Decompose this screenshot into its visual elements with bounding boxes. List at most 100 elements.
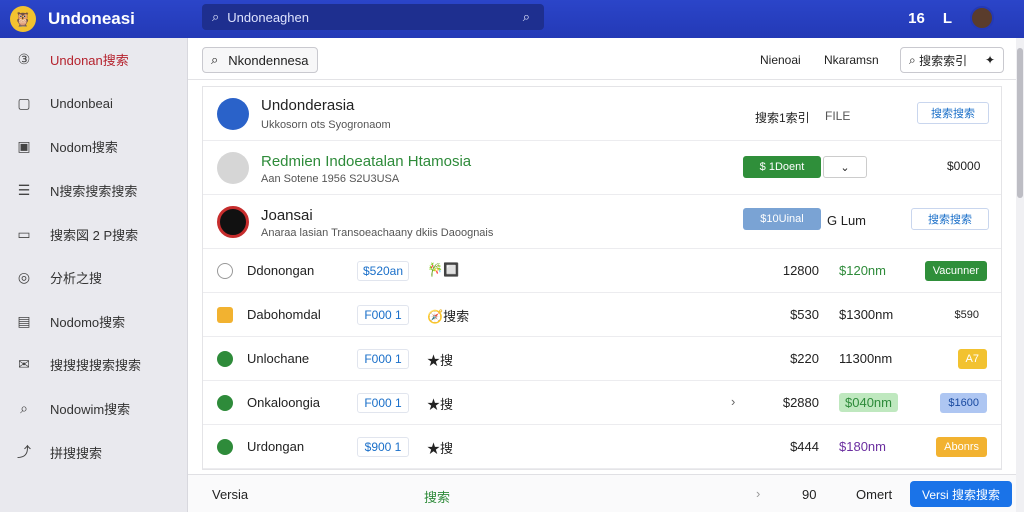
search-icon[interactable]: ⌕ (212, 9, 219, 25)
row-value: $2880 (782, 395, 819, 410)
column-b: FILE (825, 109, 851, 123)
sidebar-item-label: 搜索図 2 P搜索 (50, 227, 139, 243)
row-icons: ★搜 (427, 441, 454, 456)
notification-badge[interactable]: 16 (908, 10, 925, 27)
toolbar-search[interactable]: ⌕ 搜索索引 ✦ (900, 47, 1004, 73)
sidebar-item-2[interactable]: ▢ Undonbeai (0, 82, 187, 126)
sidebar-item-8[interactable]: ✉ 搜搜搜搜索搜索 (0, 343, 187, 387)
user-avatar-icon[interactable] (970, 6, 994, 30)
pin-icon[interactable]: ✦ (985, 53, 995, 67)
sidebar-item-9[interactable]: ⌕ Nodowim搜索 (0, 387, 187, 431)
owl-logo-icon[interactable]: 🦉 (10, 6, 36, 32)
avatar (217, 206, 249, 238)
sidebar-item-label: Nodowim搜索 (50, 402, 131, 418)
row-rate: $1300nm (839, 307, 894, 322)
chevron-right-icon[interactable]: › (756, 486, 760, 501)
row-rate: $180nm (839, 439, 886, 454)
status-ok-icon (217, 351, 233, 367)
row-value: $220 (790, 351, 819, 366)
search-bar[interactable]: ⌕ ⌕ (202, 4, 544, 30)
list-item[interactable]: Undonderasia Ukkosorn ots Syogronaom 搜索1… (203, 87, 1001, 141)
sidebar-item-5[interactable]: ▭ 搜索図 2 P搜索 (0, 212, 187, 256)
status-badge[interactable]: Vacunner (924, 261, 987, 281)
avatar (217, 98, 249, 130)
message-icon: ✉ (18, 356, 30, 373)
sidebar-item-label: Nodom搜索 (50, 140, 118, 156)
row-action-button[interactable]: 搜索搜索 (917, 102, 989, 124)
table-row[interactable]: Onkaloongia F000 1 ★搜 › $2880 $040nm $16… (203, 381, 1001, 425)
search-submit-icon[interactable]: ⌕ (523, 9, 530, 25)
footer-mid: 搜索 (424, 490, 451, 505)
item-title: Joansai (261, 207, 313, 224)
sidebar-item-3[interactable]: ▣ Nodom搜索 (0, 125, 187, 169)
footer-num: 90 (802, 487, 817, 502)
status-badge[interactable]: $590 (947, 305, 987, 325)
chat-bubble-icon: ▢ (17, 94, 31, 111)
toolbar: ⌕ Nkondennesa Nienoai Nkaramsn ⌕ 搜索索引 ✦ (188, 38, 1016, 80)
row-code: $900 1 (357, 437, 409, 457)
table-row[interactable]: Unlochane F000 1 ★搜 $220 11300nm A7 (203, 337, 1001, 381)
status-badge[interactable]: Abonrs (936, 437, 987, 457)
item-subtitle: Anaraa lasian Transoeachaany dkiis Daoog… (261, 227, 494, 239)
status-ok-icon (217, 439, 233, 455)
scrollbar-thumb[interactable] (1017, 48, 1023, 198)
status-badge[interactable]: A7 (957, 349, 987, 369)
label-icon[interactable]: L (943, 10, 952, 27)
status-warning-icon (217, 307, 233, 323)
footer-primary-button[interactable]: Versi 搜索搜索 (910, 481, 1012, 507)
main-panel: ⌕ Nkondennesa Nienoai Nkaramsn ⌕ 搜索索引 ✦ … (188, 38, 1016, 512)
item-subtitle: Ukkosorn ots Syogronaom (261, 119, 391, 131)
sidebar-item-label: 搜搜搜搜索搜索 (50, 358, 142, 374)
table-row[interactable]: Ddonongan $520an 🎋🔲 12800 $120nm Vacunne… (203, 249, 1001, 293)
search-icon: ⌕ (211, 52, 219, 67)
status-badge[interactable]: $1600 (940, 393, 987, 413)
row-name: Ddonongan (247, 263, 315, 278)
sidebar-item-label: 分析之搜 (50, 271, 103, 287)
sidebar-item-1[interactable]: ③ Undonan搜索 (0, 38, 187, 82)
calendar-icon: ▤ (17, 312, 31, 329)
table-row[interactable]: Dabohomdal F000 1 🧭搜索 $530 $1300nm $590 (203, 293, 1001, 337)
row-icons: ★搜 (427, 397, 454, 412)
row-action-button[interactable]: 搜索搜索 (911, 208, 989, 230)
row-code: F000 1 (357, 393, 409, 413)
target-icon: ◎ (17, 269, 31, 286)
sidebar-item-label: Undonbeai (50, 95, 113, 111)
status-empty-icon (217, 263, 233, 279)
table-row[interactable]: Urdongan $900 1 ★搜 $444 $180nm Abonrs (203, 425, 1001, 469)
sidebar-item-7[interactable]: ▤ Nodomo搜索 (0, 300, 187, 344)
row-code: F000 1 (357, 349, 409, 369)
top-bar: 🦉 Undoneasi ⌕ ⌕ 16 L (0, 0, 1024, 38)
filter-button[interactable]: ⌕ Nkondennesa (202, 47, 318, 73)
sidebar-item-10[interactable]: ⤴ 拼搜搜索 (0, 430, 187, 474)
list-item[interactable]: Redmien Indoeatalan Htamosia Aan Sotene … (203, 141, 1001, 195)
row-name: Urdongan (247, 439, 305, 454)
search-icon: ⌕ (20, 400, 28, 417)
dropdown-chevron-icon[interactable]: ⌄ (823, 156, 867, 178)
footer-bar: Versia 搜索 › 90 Omert Versi 搜索搜索 (188, 474, 1016, 512)
sidebar-item-6[interactable]: ◎ 分析之搜 (0, 256, 187, 300)
footer-label: Versia (212, 487, 249, 502)
row-rate: $120nm (839, 263, 886, 278)
search-input[interactable] (227, 9, 498, 25)
row-name: Onkaloongia (247, 395, 320, 410)
sidebar-item-4[interactable]: ☰ N搜索搜索搜索 (0, 169, 187, 213)
list-item[interactable]: Joansai Anaraa lasian Transoeachaany dki… (203, 195, 1001, 249)
chevron-right-icon[interactable]: › (731, 394, 735, 409)
item-subtitle: Aan Sotene 1956 S2U3USA (261, 173, 400, 185)
row-rate: $040nm (839, 393, 898, 412)
primary-button[interactable]: $ 1Doent (743, 156, 821, 178)
news-icon: ▣ (17, 138, 31, 155)
top-right-actions: 16 L (908, 6, 994, 30)
footer-text: Omert (856, 487, 893, 502)
toolbar-link-1[interactable]: Nienoai (760, 53, 801, 67)
scrollbar[interactable] (1016, 38, 1024, 512)
sidebar-item-label: Nodomo搜索 (50, 314, 126, 330)
secondary-button[interactable]: $10Uinal (743, 208, 821, 230)
toolbar-link-2[interactable]: Nkaramsn (824, 53, 879, 67)
sidebar-item-label: Undonan搜索 (50, 53, 129, 69)
row-icons: ★搜 (427, 353, 454, 368)
list-icon: ☰ (17, 182, 31, 199)
sidebar-item-label: N搜索搜索搜索 (50, 184, 138, 200)
row-label: G Lum (827, 213, 867, 228)
row-value: $530 (790, 307, 819, 322)
